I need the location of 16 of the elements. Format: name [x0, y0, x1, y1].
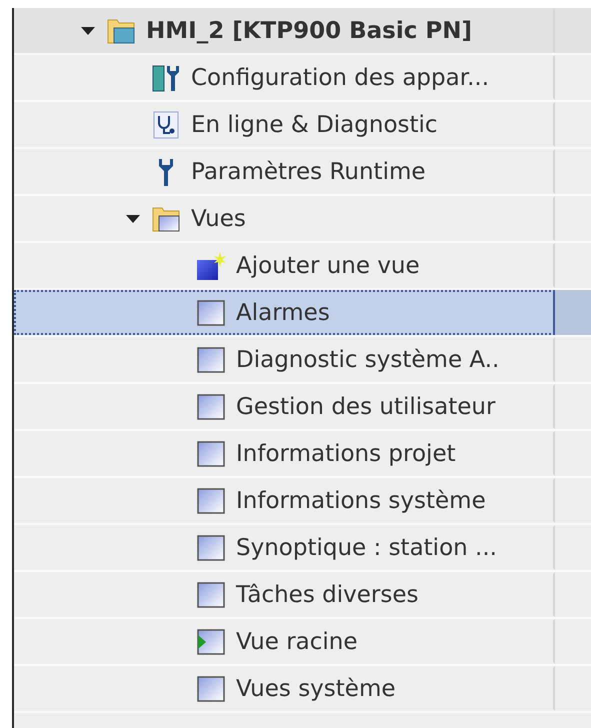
- row-highlight: [555, 8, 591, 53]
- screen-icon: [196, 438, 226, 468]
- screen-icon: [196, 298, 226, 328]
- screen-icon: [196, 674, 226, 704]
- tree-item[interactable]: Alarmes: [14, 290, 555, 335]
- stethoscope-icon: [151, 110, 181, 140]
- screen-icon: [196, 344, 226, 374]
- screen-icon: [196, 580, 226, 610]
- start-screen-icon: [196, 626, 226, 656]
- device-config-icon: [151, 62, 181, 92]
- screen-icon: [196, 532, 226, 562]
- tree-item[interactable]: HMI_2 [KTP900 Basic PN]: [14, 8, 555, 53]
- screen-icon: [196, 392, 226, 422]
- screen-icon: [196, 486, 226, 516]
- add-screen-icon: [196, 250, 226, 280]
- selection-highlight: [555, 290, 591, 335]
